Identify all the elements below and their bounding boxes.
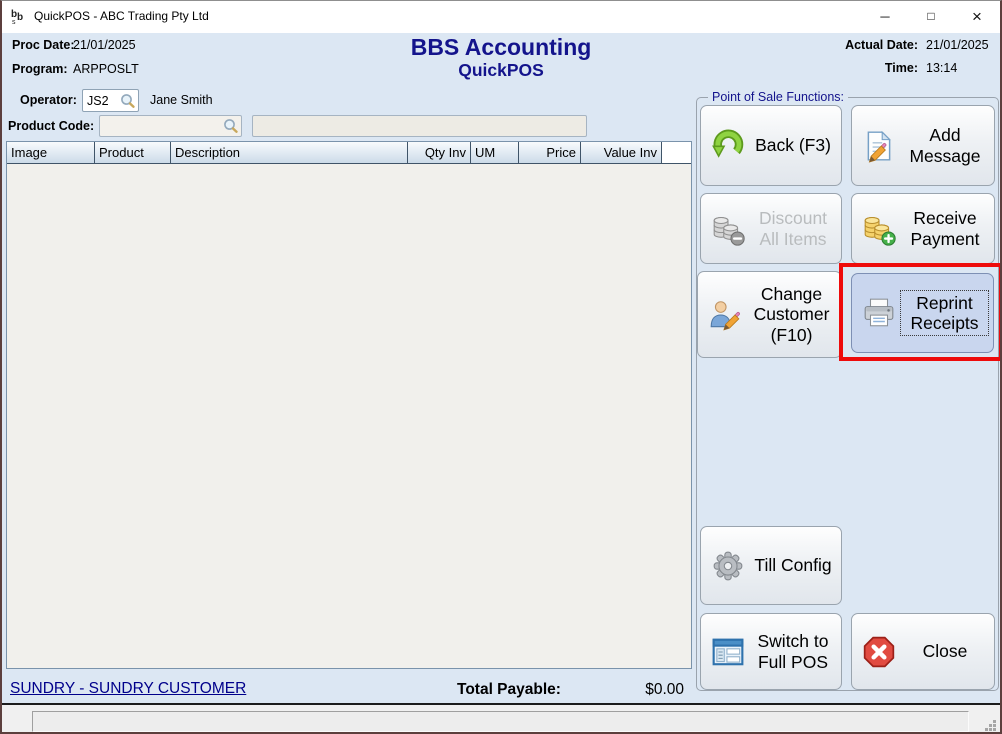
app-icon: b b s — [11, 8, 29, 26]
minimize-button[interactable]: ─ — [862, 1, 908, 32]
customer-link[interactable]: SUNDRY - SUNDRY CUSTOMER — [10, 680, 246, 698]
add-message-button-label: Add Message — [901, 123, 989, 167]
person-pencil-icon — [708, 298, 742, 332]
change-customer-button[interactable]: Change Customer (F10) — [697, 271, 842, 358]
operator-label: Operator: — [20, 93, 77, 107]
discount-all-items-button[interactable]: Discount All Items — [700, 193, 842, 264]
items-table: Image Product Description Qty Inv UM Pri… — [6, 141, 692, 669]
svg-text:b: b — [17, 12, 23, 23]
till-config-button[interactable]: Till Config — [700, 526, 842, 605]
column-header-image[interactable]: Image — [7, 142, 95, 163]
operator-field — [82, 89, 139, 112]
coins-plus-icon — [862, 212, 896, 246]
column-header-product[interactable]: Product — [95, 142, 171, 163]
product-code-field — [99, 115, 242, 137]
stop-x-icon — [862, 635, 896, 669]
titlebar: b b s QuickPOS - ABC Trading Pty Ltd ─ □… — [2, 1, 1000, 33]
column-header-price[interactable]: Price — [519, 142, 581, 163]
operator-name: Jane Smith — [150, 93, 213, 107]
status-panel — [32, 711, 969, 732]
column-header-value-inv[interactable]: Value Inv — [581, 142, 662, 163]
total-payable-value: $0.00 — [592, 681, 684, 699]
status-bar — [2, 705, 1000, 734]
receive-payment-button-label: Receive Payment — [901, 206, 989, 250]
change-customer-button-label: Change Customer (F10) — [747, 282, 836, 346]
quickpos-window: b b s QuickPOS - ABC Trading Pty Ltd ─ □… — [0, 0, 1002, 734]
receive-payment-button[interactable]: Receive Payment — [851, 193, 995, 264]
pos-functions-label: Point of Sale Functions: — [708, 90, 848, 104]
reprint-receipts-button[interactable]: Reprint Receipts — [851, 273, 994, 353]
close-window-button[interactable]: × — [954, 1, 1000, 32]
actual-date-value: 21/01/2025 — [926, 38, 992, 52]
window-icon — [711, 635, 745, 669]
product-description-input[interactable] — [253, 116, 586, 136]
product-code-label: Product Code: — [8, 119, 94, 133]
back-button[interactable]: Back (F3) — [700, 105, 842, 186]
column-header-description[interactable]: Description — [171, 142, 408, 163]
coins-minus-icon — [711, 212, 745, 246]
items-table-header: Image Product Description Qty Inv UM Pri… — [7, 142, 691, 164]
operator-search-icon[interactable] — [120, 93, 136, 109]
close-button[interactable]: Close — [851, 613, 995, 690]
close-button-label: Close — [920, 639, 971, 663]
column-header-um[interactable]: UM — [471, 142, 519, 163]
note-pencil-icon — [862, 129, 896, 163]
maximize-button[interactable]: □ — [908, 1, 954, 32]
product-code-input[interactable] — [100, 116, 241, 136]
till-config-button-label: Till Config — [751, 553, 834, 577]
switch-full-pos-button[interactable]: Switch to Full POS — [700, 613, 842, 690]
column-header-filler — [662, 142, 691, 163]
discount-all-items-button-label: Discount All Items — [750, 206, 836, 250]
total-payable-label: Total Payable: — [457, 681, 561, 699]
window-title: QuickPOS - ABC Trading Pty Ltd — [34, 1, 209, 32]
reprint-receipts-button-label: Reprint Receipts — [901, 291, 988, 335]
actual-date-label: Actual Date: — [845, 38, 918, 52]
printer-icon — [862, 296, 896, 330]
resize-grip[interactable] — [984, 719, 997, 732]
time-value: 13:14 — [926, 61, 992, 75]
time-label: Time: — [845, 61, 918, 75]
product-description-field — [252, 115, 587, 137]
column-header-qty-inv[interactable]: Qty Inv — [408, 142, 471, 163]
date-time-block: Actual Date: 21/01/2025 Time: 13:14 — [845, 38, 992, 75]
add-message-button[interactable]: Add Message — [851, 105, 995, 186]
switch-full-pos-button-label: Switch to Full POS — [750, 629, 836, 673]
gear-icon — [711, 549, 745, 583]
back-button-label: Back (F3) — [752, 133, 834, 157]
items-table-body — [7, 164, 691, 668]
back-arrow-icon — [711, 129, 745, 163]
product-search-icon[interactable] — [223, 118, 239, 134]
window-controls: ─ □ × — [862, 1, 1000, 32]
svg-text:s: s — [12, 19, 16, 26]
